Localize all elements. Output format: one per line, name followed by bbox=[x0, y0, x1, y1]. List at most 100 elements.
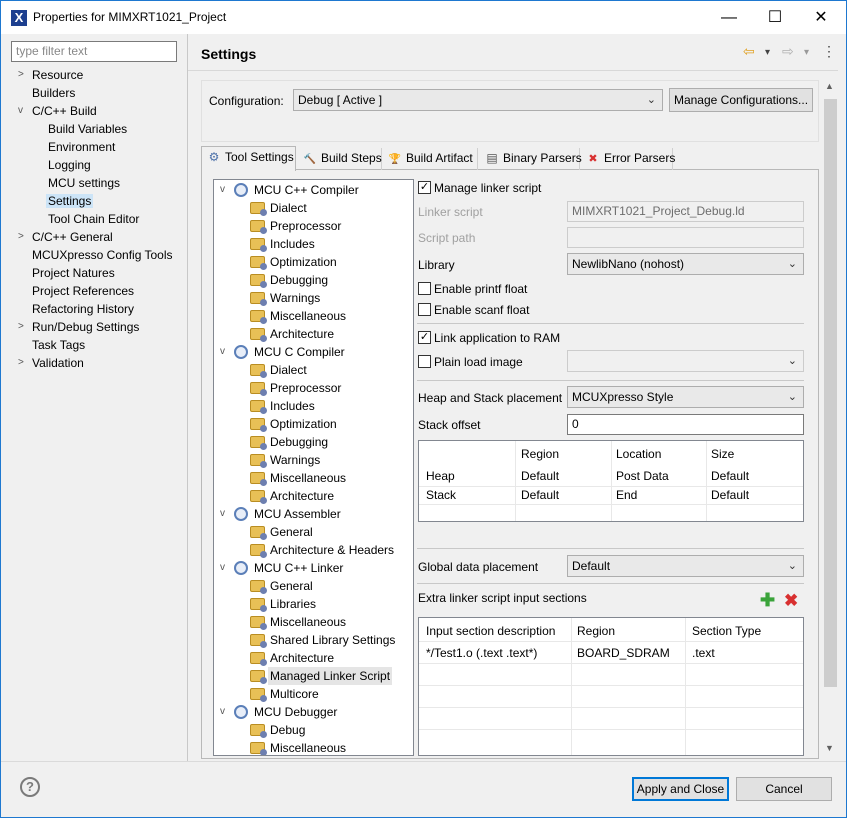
library-select[interactable]: NewlibNano (nohost) ⌄ bbox=[567, 253, 804, 275]
collapse-arrow-icon[interactable]: v bbox=[220, 505, 230, 523]
window-title: Properties for MIMXRT1021_Project bbox=[33, 10, 227, 24]
tab-tool-settings[interactable]: ⚙ Tool Settings bbox=[201, 146, 296, 171]
table-cell[interactable]: Default bbox=[521, 469, 559, 483]
library-label: Library bbox=[418, 258, 455, 272]
nav-item-cpp-general[interactable]: > C/C++ General bbox=[1, 228, 187, 246]
row-divider bbox=[419, 486, 803, 487]
table-cell[interactable]: Default bbox=[711, 488, 749, 502]
collapse-arrow-icon[interactable]: v bbox=[220, 181, 230, 199]
nav-item-settings[interactable]: Settings bbox=[46, 192, 94, 210]
remove-icon[interactable]: ✖ bbox=[784, 591, 798, 611]
configuration-select[interactable]: Debug [ Active ] ⌄ bbox=[293, 89, 663, 111]
plain-load-label: Plain load image bbox=[434, 355, 523, 369]
nav-item-builders[interactable]: Builders bbox=[32, 84, 75, 102]
back-dropdown-icon[interactable]: ▾ bbox=[765, 47, 770, 58]
configuration-value: Debug [ Active ] bbox=[298, 93, 383, 107]
nav-item-tool-chain-editor[interactable]: Tool Chain Editor bbox=[48, 210, 139, 228]
forward-dropdown-icon[interactable]: ▾ bbox=[804, 47, 809, 58]
nav-item-config-tools[interactable]: MCUXpresso Config Tools bbox=[32, 246, 173, 264]
plain-load-checkbox[interactable] bbox=[418, 355, 431, 368]
tab-build-steps[interactable]: 🔨 Build Steps bbox=[298, 148, 382, 170]
filter-input[interactable]: type filter text bbox=[11, 41, 177, 62]
back-arrow-icon[interactable]: ⇦ bbox=[743, 43, 755, 60]
nav-item-resource[interactable]: > Resource bbox=[1, 66, 187, 84]
table-cell[interactable]: Default bbox=[711, 469, 749, 483]
scanf-float-checkbox[interactable] bbox=[418, 303, 431, 316]
nav-item-label: Run/Debug Settings bbox=[32, 320, 140, 334]
link-to-ram-checkbox[interactable]: ✓ bbox=[418, 331, 431, 344]
tab-binary-parsers[interactable]: ▤ Binary Parsers bbox=[480, 148, 582, 170]
scroll-down-icon[interactable]: ▼ bbox=[825, 743, 834, 753]
tab-build-artifact[interactable]: 🏆 Build Artifact bbox=[383, 148, 478, 170]
scrollbar-thumb[interactable] bbox=[824, 99, 837, 687]
stack-offset-label: Stack offset bbox=[418, 418, 481, 432]
nav-item-logging[interactable]: Logging bbox=[48, 156, 91, 174]
expand-arrow-icon[interactable]: > bbox=[18, 354, 28, 372]
separator bbox=[417, 380, 804, 381]
table-cell[interactable]: */Test1.o (.text .text*) bbox=[426, 646, 537, 660]
collapse-arrow-icon[interactable]: v bbox=[220, 343, 230, 361]
tree-item-label: Dialect bbox=[270, 363, 307, 377]
table-cell[interactable]: BOARD_SDRAM bbox=[577, 646, 670, 660]
heap-stack-select[interactable]: MCUXpresso Style ⌄ bbox=[567, 386, 804, 408]
nav-item-task-tags[interactable]: Task Tags bbox=[32, 336, 85, 354]
add-icon[interactable]: ✚ bbox=[760, 590, 775, 611]
nav-item-mcu-settings[interactable]: MCU settings bbox=[48, 174, 120, 192]
cancel-button[interactable]: Cancel bbox=[736, 777, 832, 801]
view-menu-icon[interactable]: ⋮ bbox=[822, 43, 836, 60]
manage-linker-script-label: Manage linker script bbox=[434, 181, 542, 195]
global-data-select[interactable]: Default ⌄ bbox=[567, 555, 804, 577]
nav-item-environment[interactable]: Environment bbox=[48, 138, 115, 156]
manage-linker-script-checkbox[interactable]: ✓ bbox=[418, 181, 431, 194]
minimize-button[interactable]: — bbox=[706, 1, 752, 34]
nav-item-refactoring-history[interactable]: Refactoring History bbox=[32, 300, 134, 318]
stack-offset-input[interactable]: 0 bbox=[567, 414, 804, 435]
nav-item-cpp-build[interactable]: v C/C++ Build bbox=[1, 102, 187, 120]
nav-item-project-natures[interactable]: Project Natures bbox=[32, 264, 115, 282]
option-folder-icon bbox=[250, 310, 267, 324]
collapse-arrow-icon[interactable]: v bbox=[220, 559, 230, 577]
forward-arrow-icon[interactable]: ⇨ bbox=[782, 43, 794, 60]
apply-and-close-button[interactable]: Apply and Close bbox=[632, 777, 729, 801]
linker-script-field[interactable]: MIMXRT1021_Project_Debug.ld bbox=[567, 201, 804, 222]
tool-gear-icon bbox=[234, 705, 248, 719]
table-cell[interactable]: Post Data bbox=[616, 469, 669, 483]
table-cell[interactable]: Default bbox=[521, 488, 559, 502]
table-cell[interactable]: .text bbox=[692, 646, 715, 660]
extra-sections-table[interactable]: Input section description Region Section… bbox=[418, 617, 804, 756]
scroll-up-icon[interactable]: ▲ bbox=[825, 81, 834, 91]
tab-error-parsers[interactable]: ✖ Error Parsers bbox=[581, 148, 675, 170]
heap-stack-label: Heap and Stack placement bbox=[418, 391, 563, 405]
table-cell[interactable]: End bbox=[616, 488, 637, 502]
printf-float-checkbox[interactable] bbox=[418, 282, 431, 295]
nav-item-validation[interactable]: > Validation bbox=[1, 354, 187, 372]
option-folder-icon bbox=[250, 454, 267, 468]
manage-configurations-button[interactable]: Manage Configurations... bbox=[669, 88, 813, 112]
column-divider bbox=[685, 618, 686, 755]
configuration-label: Configuration: bbox=[209, 94, 284, 108]
link-to-ram-label: Link application to RAM bbox=[434, 331, 561, 345]
script-path-field[interactable] bbox=[567, 227, 804, 248]
option-folder-icon bbox=[250, 418, 267, 432]
tool-settings-tree[interactable]: v MCU C++ Compiler Dialect Preprocessor … bbox=[213, 179, 414, 756]
maximize-button[interactable]: ☐ bbox=[752, 1, 798, 34]
nav-item-build-variables[interactable]: Build Variables bbox=[48, 120, 127, 138]
library-value: NewlibNano (nohost) bbox=[572, 257, 685, 271]
close-button[interactable]: ✕ bbox=[798, 1, 844, 34]
nav-item-project-references[interactable]: Project References bbox=[32, 282, 134, 300]
option-folder-icon bbox=[250, 364, 267, 378]
expand-arrow-icon[interactable]: > bbox=[18, 228, 28, 246]
help-icon[interactable]: ? bbox=[20, 777, 40, 797]
heap-stack-table[interactable]: Region Location Size Heap Default Post D… bbox=[418, 440, 804, 522]
nav-item-label: C/C++ Build bbox=[32, 104, 97, 118]
plain-load-select[interactable]: ⌄ bbox=[567, 350, 804, 372]
tree-item-label: Preprocessor bbox=[270, 219, 342, 233]
collapse-arrow-icon[interactable]: v bbox=[220, 703, 230, 721]
expand-arrow-icon[interactable]: > bbox=[18, 318, 28, 336]
nav-item-label: Resource bbox=[32, 68, 84, 82]
option-folder-icon bbox=[250, 634, 267, 648]
expand-arrow-icon[interactable]: > bbox=[18, 66, 28, 84]
nav-item-run-debug-settings[interactable]: > Run/Debug Settings bbox=[1, 318, 187, 336]
row-divider bbox=[419, 663, 803, 664]
collapse-arrow-icon[interactable]: v bbox=[18, 102, 28, 120]
